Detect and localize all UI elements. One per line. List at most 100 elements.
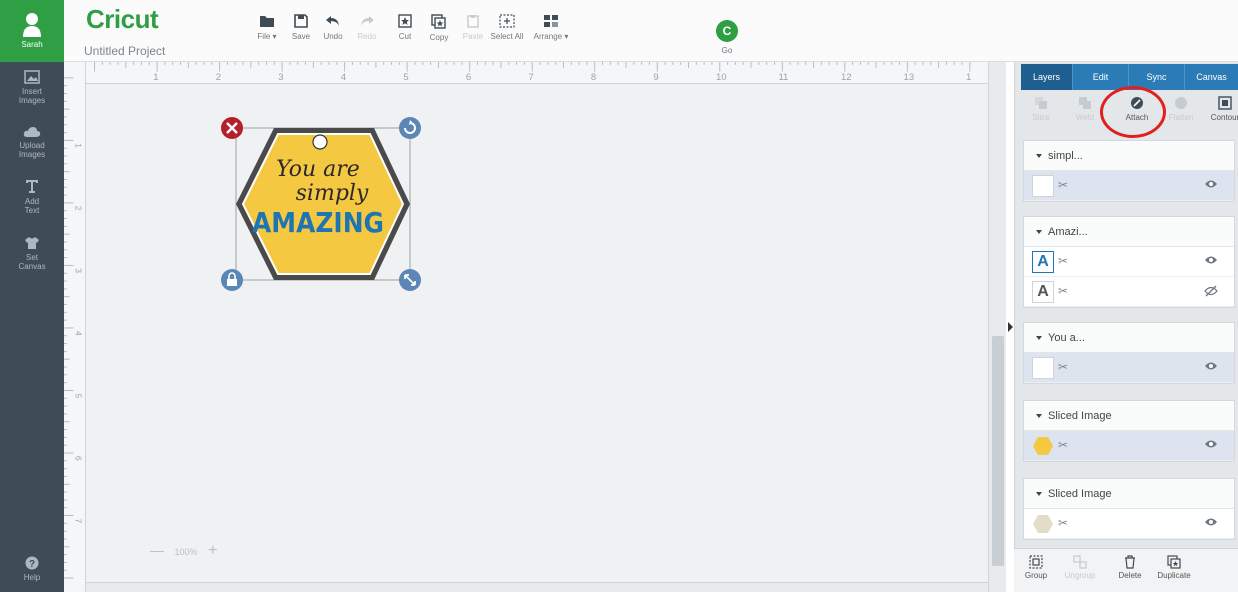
- undo-label: Undo: [323, 32, 343, 41]
- cut-operation-icon[interactable]: ✂: [1058, 284, 1068, 298]
- eye-icon[interactable]: [1204, 361, 1218, 371]
- layer-row[interactable]: ✂: [1024, 171, 1234, 201]
- layer-bottom-toolbar: Group Ungroup Delete Duplicate: [1014, 548, 1238, 592]
- panel-collapse-icon[interactable]: [1008, 322, 1013, 332]
- zoom-in-button[interactable]: +: [208, 542, 217, 559]
- sidebar-insert-images[interactable]: Insert Images: [0, 70, 64, 105]
- sidebar-upload-images[interactable]: Upload Images: [0, 126, 64, 159]
- layer-group-header[interactable]: simpl...: [1024, 141, 1234, 171]
- set-canvas-label-2: Canvas: [18, 262, 46, 271]
- ruler-number: 4: [341, 72, 347, 83]
- cut-operation-icon[interactable]: ✂: [1058, 516, 1068, 530]
- help-icon: ?: [25, 556, 39, 570]
- slice-button[interactable]: Slice: [1021, 96, 1061, 122]
- top-toolbar: Cricut Untitled Project File ▾ Save Undo…: [64, 0, 1238, 62]
- contour-button[interactable]: Contour: [1205, 96, 1238, 122]
- lock-handle[interactable]: [221, 269, 243, 291]
- go-label: Go: [721, 46, 733, 55]
- copy-icon: [431, 14, 446, 29]
- design-canvas[interactable]: 1 2 3 4 5 6 7 8 9 10 11 12 13 1 1234567 You are simpl…: [64, 62, 1006, 592]
- user-menu[interactable]: Sarah: [0, 0, 64, 62]
- hexagon-thumbnail: [1033, 515, 1053, 533]
- help-label: Help: [23, 573, 41, 582]
- flatten-label: Flatten: [1168, 113, 1194, 122]
- sidebar-add-text[interactable]: Add Text: [0, 178, 64, 215]
- ruler-number: 9: [653, 72, 658, 83]
- group-icon: [1029, 555, 1043, 569]
- slice-label: Slice: [1032, 113, 1050, 122]
- cut-operation-icon[interactable]: ✂: [1058, 360, 1068, 374]
- zoom-out-button[interactable]: —: [150, 542, 164, 558]
- sidebar-set-canvas[interactable]: Set Canvas: [0, 236, 64, 271]
- weld-button[interactable]: Weld: [1065, 96, 1105, 122]
- resize-handle[interactable]: [399, 269, 421, 291]
- layer-group-header[interactable]: You a...: [1024, 323, 1234, 353]
- duplicate-button[interactable]: Duplicate: [1154, 555, 1194, 580]
- delete-label: Delete: [1118, 571, 1142, 580]
- group-button[interactable]: Group: [1016, 555, 1056, 580]
- rotate-handle[interactable]: [399, 117, 421, 139]
- layer-row[interactable]: ✂: [1024, 509, 1234, 539]
- horizontal-scrollbar[interactable]: [86, 582, 988, 592]
- vertical-scrollbar[interactable]: [988, 62, 1006, 592]
- cricut-logo: Cricut: [86, 4, 159, 34]
- sidebar-help[interactable]: ? Help: [0, 556, 64, 582]
- eye-icon[interactable]: [1204, 179, 1218, 189]
- user-name: Sarah: [21, 40, 43, 49]
- paste-icon: [467, 15, 479, 28]
- svg-text:?: ?: [29, 559, 35, 570]
- layer-thumbnail: A: [1032, 251, 1054, 273]
- layers-panel: Layers Edit Sync Canvas Slice Weld Attac…: [1014, 62, 1238, 592]
- select-all-button[interactable]: Select All: [482, 14, 532, 41]
- save-icon: [294, 14, 308, 28]
- image-icon: [24, 70, 40, 84]
- upload-label-1: Upload: [19, 141, 45, 150]
- tab-canvas[interactable]: Canvas: [1185, 64, 1238, 90]
- design-text-simply: simply: [296, 181, 369, 206]
- tab-edit[interactable]: Edit: [1073, 64, 1129, 90]
- eye-icon[interactable]: [1204, 255, 1218, 265]
- layer-row[interactable]: ✂: [1024, 431, 1234, 461]
- layer-group-amazing: Amazi... A ✂ A ✂: [1023, 216, 1235, 308]
- layer-thumbnail: A: [1032, 281, 1054, 303]
- arrange-button[interactable]: Arrange ▾: [526, 14, 576, 41]
- ungroup-button[interactable]: Ungroup: [1060, 555, 1100, 580]
- eye-hidden-icon[interactable]: [1204, 285, 1218, 297]
- ungroup-label: Ungroup: [1064, 571, 1096, 580]
- hang-hole: [312, 134, 328, 150]
- design-object[interactable]: You are simply AMAZING: [214, 114, 424, 294]
- flatten-icon: [1175, 97, 1187, 109]
- layer-row[interactable]: A ✂: [1024, 247, 1234, 277]
- tab-layers[interactable]: Layers: [1021, 64, 1073, 90]
- redo-icon: [361, 16, 374, 26]
- weld-label: Weld: [1075, 113, 1095, 122]
- layer-group-header[interactable]: Sliced Image: [1024, 401, 1234, 431]
- cut-operation-icon[interactable]: ✂: [1058, 178, 1068, 192]
- layer-group-header[interactable]: Amazi...: [1024, 217, 1234, 247]
- left-ruler: 1 2 3 4 5 6 7: [64, 62, 86, 592]
- layer-row[interactable]: A ✂: [1024, 277, 1234, 307]
- design-text-you-are: You are: [276, 157, 360, 182]
- layer-group-header[interactable]: Sliced Image: [1024, 479, 1234, 509]
- arrange-icon: [544, 15, 558, 27]
- set-canvas-label-1: Set: [25, 253, 38, 262]
- attach-highlight-circle: [1100, 86, 1166, 138]
- layer-row[interactable]: ✂: [1024, 353, 1234, 383]
- layer-group-sliced-image-1: Sliced Image ✂: [1023, 400, 1235, 462]
- copy-label: Copy: [429, 33, 449, 42]
- ruler-number: 11: [778, 72, 788, 83]
- cut-operation-icon[interactable]: ✂: [1058, 254, 1068, 268]
- delete-button[interactable]: Delete: [1110, 555, 1150, 580]
- delete-handle[interactable]: [221, 117, 243, 139]
- cut-operation-icon[interactable]: ✂: [1058, 438, 1068, 452]
- select-all-icon: [499, 14, 515, 28]
- cut-label: Cut: [398, 32, 412, 41]
- eye-icon[interactable]: [1204, 517, 1218, 527]
- select-all-label: Select All: [490, 32, 524, 41]
- undo-icon: [326, 16, 339, 26]
- go-button[interactable]: C: [716, 20, 738, 42]
- ruler-number: 2: [73, 206, 83, 211]
- eye-icon[interactable]: [1204, 439, 1218, 449]
- flatten-button[interactable]: Flatten: [1161, 96, 1201, 122]
- project-title[interactable]: Untitled Project: [84, 44, 165, 58]
